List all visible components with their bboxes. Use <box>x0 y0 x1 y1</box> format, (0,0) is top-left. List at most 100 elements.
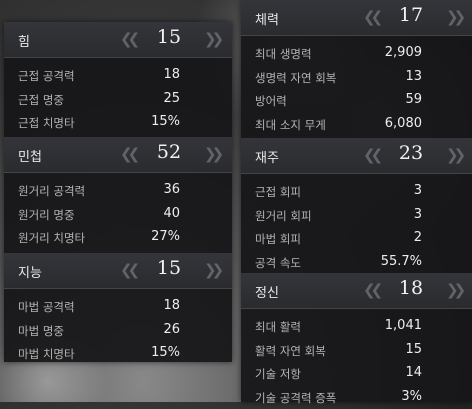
stat-row-value: 14 <box>405 365 422 380</box>
stat-header-int: 지능 ❮❮ 15 ❯❯ <box>4 253 232 289</box>
stat-row-value: 40 <box>163 206 180 221</box>
stat-row: 원거리 회피 3 <box>241 204 472 228</box>
stat-row-label: 마법 명중 <box>18 323 64 339</box>
stat-row-value: 2,909 <box>385 45 422 60</box>
stat-row-value: 3% <box>401 389 422 404</box>
chevron-double-right-icon[interactable]: ❯❯ <box>204 30 219 48</box>
chevron-double-left-icon[interactable]: ❮❮ <box>363 281 378 299</box>
stat-row-value: 26 <box>163 322 180 337</box>
stat-row-label: 생명력 자연 회복 <box>255 70 336 86</box>
stat-row: 최대 활력 1,041 <box>241 315 472 339</box>
stat-row-value: 6,080 <box>385 116 422 131</box>
stat-row-label: 원거리 명중 <box>18 207 75 223</box>
stat-title: 민첩 <box>18 146 42 165</box>
stat-header-vit: 체력 ❮❮ 17 ❯❯ <box>241 0 472 36</box>
stat-title: 체력 <box>255 9 279 28</box>
stat-row-label: 원거리 공격력 <box>18 183 85 199</box>
stat-title: 재주 <box>255 147 279 166</box>
stat-row: 마법 회피 2 <box>241 227 472 251</box>
stat-row-value: 25 <box>163 91 180 106</box>
stat-row: 최대 생명력 2,909 <box>241 42 472 66</box>
stat-row-label: 최대 활력 <box>255 319 301 335</box>
stat-row-label: 근접 공격력 <box>18 68 75 84</box>
stat-row-label: 기술 저항 <box>255 366 301 382</box>
stat-row-value: 18 <box>163 298 180 313</box>
chevron-double-right-icon[interactable]: ❯❯ <box>446 281 461 299</box>
stat-row: 원거리 치명타 27% <box>4 226 232 250</box>
stat-row-value: 3 <box>414 183 422 198</box>
stat-row: 공격 속도 55.7% <box>241 251 472 275</box>
stat-header-str: 힘 ❮❮ 15 ❯❯ <box>4 22 232 58</box>
stat-row-label: 마법 회피 <box>255 231 301 247</box>
stat-row: 원거리 공격력 36 <box>4 179 232 203</box>
stat-value: 15 <box>149 26 189 48</box>
chevron-double-left-icon[interactable]: ❮❮ <box>120 30 135 48</box>
stat-row-label: 활력 자연 회복 <box>255 343 326 359</box>
stat-row-value: 15 <box>405 342 422 357</box>
stat-row-value: 15% <box>151 114 180 129</box>
stat-header-dex: 민첩 ❮❮ 52 ❯❯ <box>4 137 232 173</box>
stat-row-value: 59 <box>405 92 422 107</box>
stats-panel-right: 체력 ❮❮ 17 ❯❯ 최대 생명력 2,909 생명력 자연 회복 13 방어… <box>241 0 472 402</box>
stat-row-label: 원거리 치명타 <box>18 230 85 246</box>
stat-row: 근접 회피 3 <box>241 180 472 204</box>
stat-header-agi: 재주 ❮❮ 23 ❯❯ <box>241 138 472 174</box>
stat-title: 정신 <box>255 282 279 301</box>
stat-row: 근접 공격력 18 <box>4 64 232 88</box>
stat-row-label: 마법 공격력 <box>18 299 75 315</box>
stat-section-spi: 정신 ❮❮ 18 ❯❯ 최대 활력 1,041 활력 자연 회복 15 기술 저… <box>241 273 472 409</box>
stat-row-value: 3 <box>414 207 422 222</box>
chevron-double-left-icon[interactable]: ❮❮ <box>120 261 135 279</box>
stat-row: 근접 치명타 15% <box>4 111 232 135</box>
stat-row: 생명력 자연 회복 13 <box>241 66 472 90</box>
stat-row: 기술 저항 14 <box>241 362 472 386</box>
chevron-double-left-icon[interactable]: ❮❮ <box>363 8 378 26</box>
stat-row-label: 근접 명중 <box>18 92 64 108</box>
stat-row-label: 기술 공격력 증폭 <box>255 390 336 406</box>
stat-row-label: 공격 속도 <box>255 255 301 271</box>
stat-row: 마법 치명타 15% <box>4 342 232 366</box>
stat-row: 마법 공격력 18 <box>4 295 232 319</box>
stat-row-value: 1,041 <box>385 318 422 333</box>
chevron-double-right-icon[interactable]: ❯❯ <box>204 261 219 279</box>
stat-value: 23 <box>391 142 431 164</box>
chevron-double-right-icon[interactable]: ❯❯ <box>446 146 461 164</box>
stat-row-label: 최대 소지 무게 <box>255 117 326 133</box>
stat-header-spi: 정신 ❮❮ 18 ❯❯ <box>241 273 472 309</box>
stat-row-label: 근접 치명타 <box>18 115 75 131</box>
stat-row: 마법 명중 26 <box>4 319 232 343</box>
stat-title: 지능 <box>18 262 42 281</box>
stat-title: 힘 <box>18 31 30 50</box>
stat-section-int: 지능 ❮❮ 15 ❯❯ 마법 공격력 18 마법 명중 26 마법 치명타 15… <box>4 253 232 366</box>
stat-row-label: 원거리 회피 <box>255 208 312 224</box>
stat-row: 방어력 59 <box>241 89 472 113</box>
chevron-double-right-icon[interactable]: ❯❯ <box>204 145 219 163</box>
stats-panel-left: 힘 ❮❮ 15 ❯❯ 근접 공격력 18 근접 명중 25 근접 치명타 15%… <box>4 22 232 362</box>
stat-row: 기술 공격력 증폭 3% <box>241 386 472 409</box>
chevron-double-left-icon[interactable]: ❮❮ <box>363 146 378 164</box>
stat-row-label: 방어력 <box>255 93 287 109</box>
chevron-double-left-icon[interactable]: ❮❮ <box>120 145 135 163</box>
stat-row: 근접 명중 25 <box>4 88 232 112</box>
stat-row: 최대 소지 무게 6,080 <box>241 113 472 137</box>
stat-section-str: 힘 ❮❮ 15 ❯❯ 근접 공격력 18 근접 명중 25 근접 치명타 15% <box>4 22 232 135</box>
stat-row-value: 13 <box>405 69 422 84</box>
stat-row: 활력 자연 회복 15 <box>241 339 472 363</box>
stat-row-value: 15% <box>151 345 180 360</box>
stat-row-value: 18 <box>163 67 180 82</box>
stat-row-label: 근접 회피 <box>255 184 301 200</box>
stat-row-label: 마법 치명타 <box>18 346 75 362</box>
stat-value: 17 <box>391 4 431 26</box>
stat-value: 52 <box>149 141 189 163</box>
stat-value: 15 <box>149 257 189 279</box>
stat-row-value: 27% <box>151 229 180 244</box>
stat-section-vit: 체력 ❮❮ 17 ❯❯ 최대 생명력 2,909 생명력 자연 회복 13 방어… <box>241 0 472 136</box>
stat-row-value: 36 <box>163 182 180 197</box>
stat-row-value: 55.7% <box>381 254 422 269</box>
stat-value: 18 <box>391 277 431 299</box>
stat-row-label: 최대 생명력 <box>255 46 312 62</box>
stat-row-value: 2 <box>414 230 422 245</box>
stat-section-agi: 재주 ❮❮ 23 ❯❯ 근접 회피 3 원거리 회피 3 마법 회피 2 공격 … <box>241 138 472 274</box>
stat-section-dex: 민첩 ❮❮ 52 ❯❯ 원거리 공격력 36 원거리 명중 40 원거리 치명타… <box>4 137 232 250</box>
chevron-double-right-icon[interactable]: ❯❯ <box>446 8 461 26</box>
